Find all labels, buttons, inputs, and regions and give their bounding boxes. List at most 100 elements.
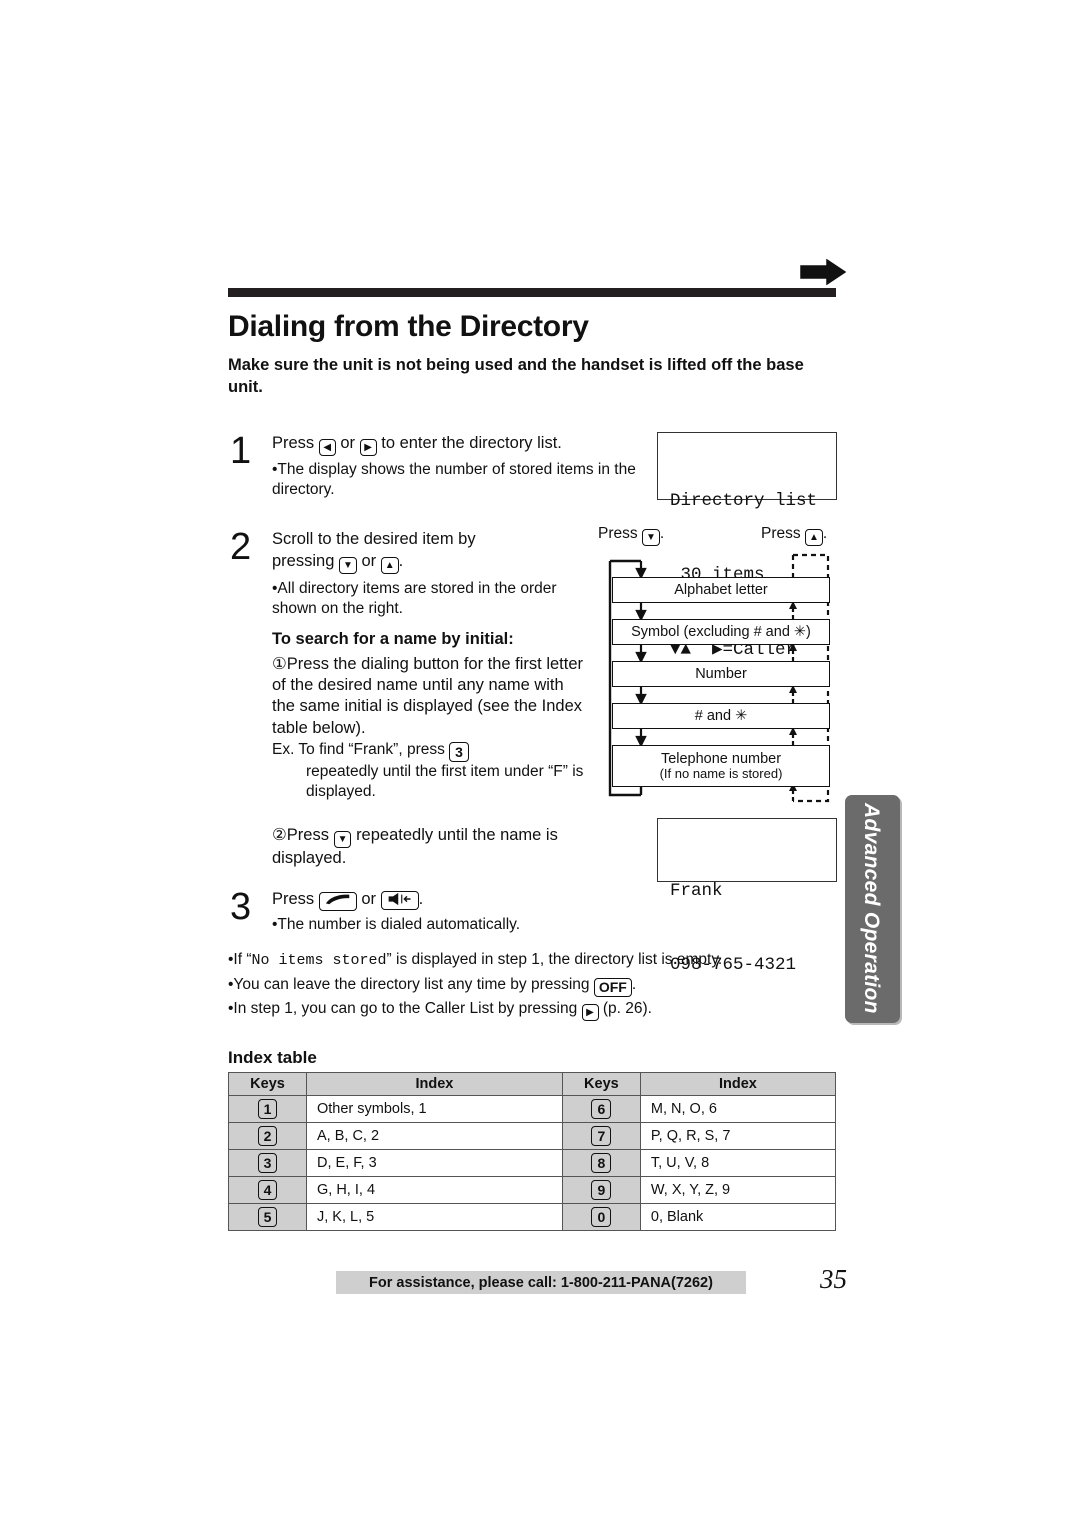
key-cell: 7 [561, 1122, 641, 1150]
key-cell: 8 [561, 1149, 641, 1177]
chapter-side-tab: Advanced Operation [845, 795, 900, 1023]
step-3-bullet: •The number is dialed automatically. [272, 916, 521, 933]
key-cell: 0 [561, 1203, 641, 1231]
index-cell: T, U, V, 8 [639, 1149, 837, 1177]
index-cell: Other symbols, 1 [306, 1095, 563, 1123]
note-3: •In step 1, you can go to the Caller Lis… [228, 997, 868, 1021]
step-3-period: . [418, 890, 424, 908]
intro-text: Make sure the unit is not being used and… [228, 356, 804, 396]
scroll-order-flowchart: Press ▼. Press ▲. Alphabet letter Symbol… [596, 525, 846, 810]
key-9-icon[interactable]: 9 [591, 1180, 612, 1200]
key-6-icon[interactable]: 6 [591, 1099, 612, 1119]
step-2-or-label: or [361, 552, 377, 571]
note-3-post: (p. 26). [602, 999, 652, 1017]
table-row: 3 D, E, F, 3 8 T, U, V, 8 [228, 1149, 837, 1177]
sub-step-2-prefix: ②Press [272, 825, 329, 844]
step-2-number: 2 [230, 526, 252, 568]
key-cell: 5 [228, 1203, 307, 1231]
key-0-icon[interactable]: 0 [591, 1207, 612, 1227]
key-cell: 6 [561, 1095, 641, 1123]
header-keys-left: Keys [228, 1072, 307, 1096]
step-3-or-label: or [361, 890, 377, 908]
flow-box-alphabet-letter: Alphabet letter [612, 577, 830, 603]
note-1: •If “No items stored” is displayed in st… [228, 948, 868, 973]
index-cell: 0, Blank [639, 1203, 837, 1231]
right-arrow-icon [800, 259, 846, 285]
step-2-bullet: •All directory items are stored in the o… [272, 580, 557, 618]
flow-box-hash-and-star: # and ✳ [612, 703, 830, 729]
step-2-line1: Scroll to the desired item by [272, 530, 476, 548]
step-3-number: 3 [230, 886, 252, 928]
left-arrow-key-icon[interactable]: ◀ [318, 439, 336, 456]
notes-list: •If “No items stored” is displayed in st… [228, 948, 868, 1021]
index-cell: A, B, C, 2 [306, 1122, 563, 1150]
down-arrow-key-icon[interactable]: ▼ [338, 557, 357, 575]
step-2-pressing-label: pressing [272, 552, 335, 571]
index-cell: J, K, L, 5 [306, 1203, 563, 1231]
index-cell: W, X, Y, Z, 9 [639, 1176, 837, 1204]
assistance-footer: For assistance, please call: 1-800-211-P… [336, 1271, 746, 1294]
key-cell: 9 [561, 1176, 641, 1204]
header-index-left: Index [306, 1072, 563, 1096]
key-7-icon[interactable]: 7 [591, 1126, 612, 1146]
step-2-period: . [398, 552, 404, 571]
step-3-press-label: Press [272, 890, 315, 908]
sub-step-1-text: ①Press the dialing button for the first … [272, 654, 584, 737]
step-1-press-label: Press [272, 434, 315, 452]
step-1-post-label: to enter the directory list. [381, 434, 562, 452]
key-cell: 3 [228, 1149, 307, 1177]
header-keys-right: Keys [561, 1072, 641, 1096]
key-3-icon-table[interactable]: 3 [257, 1153, 278, 1173]
key-2-icon[interactable]: 2 [257, 1126, 278, 1146]
table-row: 4 G, H, I, 4 9 W, X, Y, Z, 9 [228, 1176, 837, 1204]
frank-display: Frank 098-765-4321 [657, 818, 837, 975]
example-suffix: repeatedly until the first item under “F… [306, 763, 584, 801]
note-3-prefix: •In step 1, you can go to the Caller Lis… [228, 999, 578, 1017]
sub-step-2-text: ②Press ▼ repeatedly until the name is di… [272, 825, 590, 869]
key-cell: 4 [228, 1176, 307, 1204]
assistance-text: For assistance, please call: 1-800-211-P… [369, 1274, 713, 1291]
index-table: Keys Index Keys Index 1 Other symbols, 1… [228, 1072, 837, 1231]
flow-box-number: Number [612, 661, 830, 687]
step-2-text: Scroll to the desired item by pressing ▼… [272, 528, 592, 869]
handset-phone-icon[interactable] [318, 892, 357, 911]
table-row: 2 A, B, C, 2 7 P, Q, R, S, 7 [228, 1122, 837, 1150]
up-arrow-key-icon[interactable]: ▲ [380, 557, 399, 575]
note-1-mono: No items stored [251, 952, 387, 969]
note-1-post: ” is displayed in step 1, the directory … [386, 951, 723, 968]
step-1-number: 1 [230, 430, 252, 472]
step-1-text: Press ◀ or ▶ to enter the directory list… [272, 432, 662, 500]
index-cell: D, E, F, 3 [306, 1149, 563, 1177]
key-5-icon[interactable]: 5 [257, 1207, 278, 1227]
search-by-initial-heading: To search for a name by initial: [272, 630, 514, 649]
header-rule [228, 288, 836, 297]
step-1-bullet: •The display shows the number of stored … [272, 461, 636, 499]
header-index-right: Index [639, 1072, 837, 1096]
example-text: Ex. To find “Frank”, press 3 repeatedly … [272, 740, 590, 802]
down-arrow-key-icon-2[interactable]: ▼ [333, 830, 352, 848]
lcd1-line1: Directory list [670, 490, 818, 511]
key-3-icon[interactable]: 3 [449, 742, 469, 763]
index-cell: M, N, O, 6 [639, 1095, 837, 1123]
note-2: •You can leave the directory list any ti… [228, 973, 868, 997]
key-1-icon[interactable]: 1 [257, 1099, 278, 1119]
right-arrow-key-icon-2[interactable]: ▶ [581, 1003, 599, 1021]
speakerphone-icon[interactable] [380, 891, 419, 910]
directory-list-display: Directory list 30 items ▼▲ ▶=Caller [657, 432, 837, 660]
right-arrow-key-icon[interactable]: ▶ [359, 439, 377, 456]
index-cell: G, H, I, 4 [306, 1176, 563, 1204]
key-8-icon[interactable]: 8 [591, 1153, 612, 1173]
flow-box-telephone-number: Telephone number (If no name is stored) [612, 745, 830, 787]
note-2-post: . [631, 975, 637, 993]
off-key-icon[interactable]: OFF [593, 977, 632, 997]
page-title: Dialing from the Directory [228, 310, 589, 343]
index-table-title: Index table [228, 1048, 317, 1067]
table-row: 5 J, K, L, 5 0 0, Blank [228, 1203, 837, 1231]
key-4-icon[interactable]: 4 [257, 1180, 278, 1200]
flow-box-symbol: Symbol (excluding # and ✳) [612, 619, 830, 645]
manual-page: Dialing from the Directory Make sure the… [0, 0, 1080, 1528]
note-1-prefix: •If “ [228, 951, 252, 968]
key-cell: 2 [228, 1122, 307, 1150]
lcd2-line1: Frank [670, 880, 723, 901]
note-2-prefix: •You can leave the directory list any ti… [228, 975, 590, 993]
